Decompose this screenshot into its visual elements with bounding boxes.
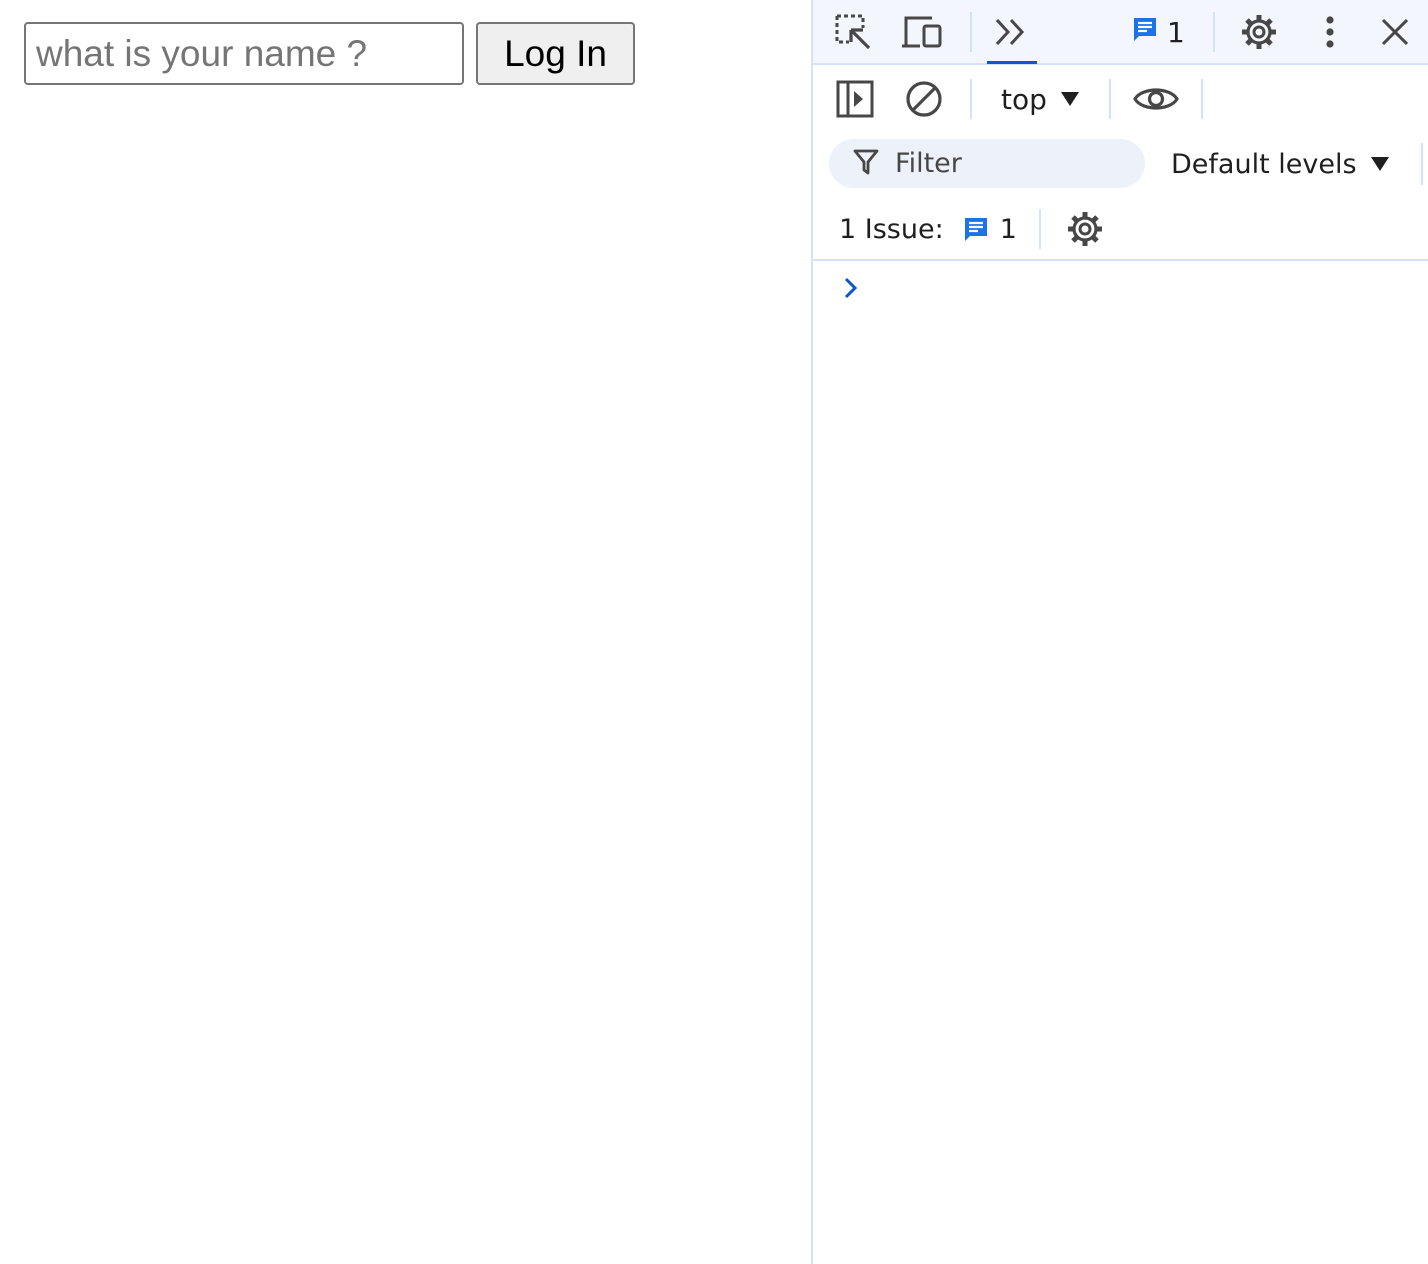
toolbar-divider xyxy=(970,12,972,52)
sidebar-toggle-icon[interactable] xyxy=(833,77,877,121)
toolbar-divider xyxy=(1421,143,1423,185)
log-levels-label: Default levels xyxy=(1171,148,1357,180)
login-button[interactable]: Log In xyxy=(476,22,635,85)
live-expression-eye-icon[interactable] xyxy=(1131,77,1181,121)
dropdown-caret-icon xyxy=(1370,157,1389,171)
console-settings-gear-icon[interactable] xyxy=(1063,207,1107,251)
inspect-element-icon[interactable] xyxy=(831,10,875,54)
toolbar-divider xyxy=(1039,209,1041,249)
issues-count: 1 xyxy=(1167,15,1185,49)
devtools-main-toolbar: 1 xyxy=(813,0,1428,65)
context-selector[interactable]: top xyxy=(1001,79,1079,119)
active-tab-indicator xyxy=(987,61,1037,64)
issues-message-icon xyxy=(962,215,990,243)
clear-console-icon[interactable] xyxy=(902,77,946,121)
toolbar-divider xyxy=(1109,79,1111,119)
device-toolbar-icon[interactable] xyxy=(901,10,945,54)
console-filter-row: Default levels xyxy=(813,131,1428,197)
context-label: top xyxy=(1001,82,1047,116)
issues-summary-link[interactable]: 1 Issue: 1 xyxy=(839,209,1017,249)
settings-gear-icon[interactable] xyxy=(1237,10,1281,54)
console-output[interactable] xyxy=(813,263,1428,1264)
log-levels-selector[interactable]: Default levels xyxy=(1171,143,1389,185)
issues-counter-button[interactable]: 1 xyxy=(1131,12,1185,52)
filter-input[interactable] xyxy=(895,148,1125,179)
filter-funnel-icon xyxy=(853,148,879,180)
toolbar-divider xyxy=(970,79,972,119)
dropdown-caret-icon xyxy=(1060,92,1079,106)
more-options-icon[interactable] xyxy=(1313,10,1347,54)
issues-message-icon xyxy=(1131,15,1159,50)
more-tabs-icon[interactable] xyxy=(991,12,1031,52)
console-prompt-chevron-icon xyxy=(841,275,861,305)
close-icon[interactable] xyxy=(1375,12,1415,52)
console-toolbar: top xyxy=(813,65,1428,131)
name-input[interactable] xyxy=(24,22,464,85)
issues-bar: 1 Issue: 1 xyxy=(813,197,1428,261)
issues-bar-count: 1 xyxy=(999,213,1017,245)
toolbar-divider xyxy=(1213,12,1215,52)
page-viewport: Log In xyxy=(0,0,811,1264)
devtools-panel: 1 top Filter Default levels 1 Issue: 1 xyxy=(811,0,1428,1264)
filter-box[interactable] xyxy=(829,139,1145,188)
toolbar-divider xyxy=(1201,79,1203,119)
issues-label: 1 Issue: xyxy=(839,213,944,245)
screen: Log In xyxy=(0,0,1428,1264)
